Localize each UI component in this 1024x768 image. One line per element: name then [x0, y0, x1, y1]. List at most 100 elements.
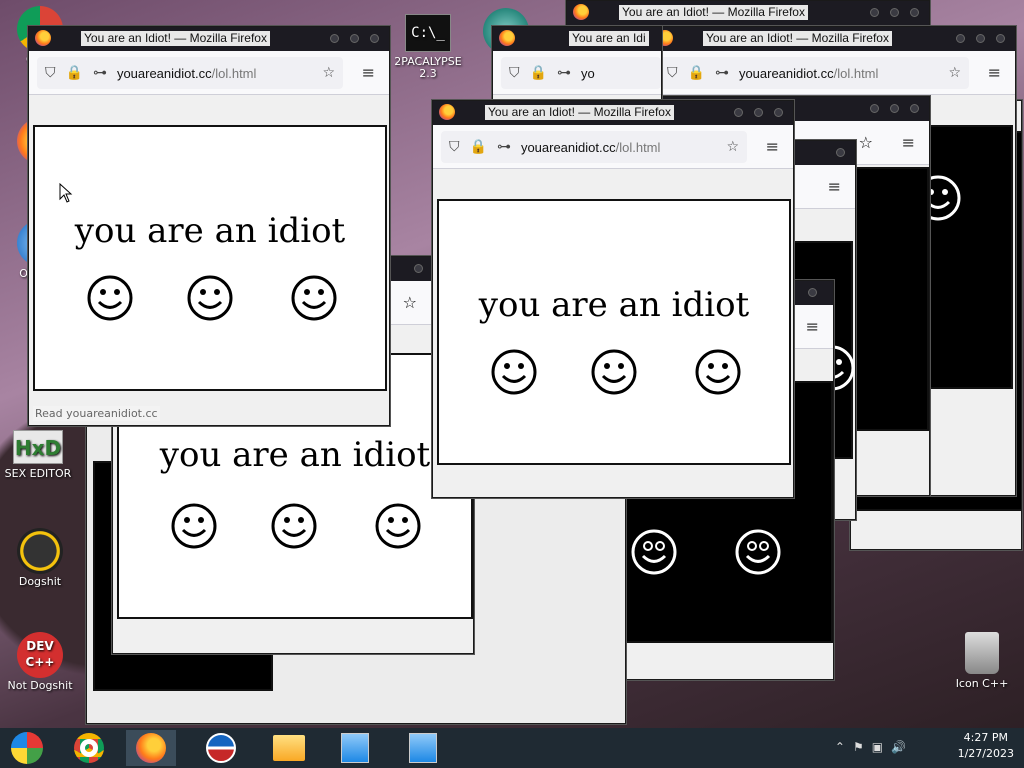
desktop-icon-not-dogshit[interactable]: DEV C++ Not Dogshit — [4, 632, 76, 692]
close-button[interactable] — [370, 34, 379, 43]
minimize-button[interactable] — [414, 264, 423, 273]
desktop-icon-label: Icon C++ — [955, 677, 1009, 690]
folder-icon — [273, 735, 305, 761]
shield-icon: ⛉ — [449, 139, 460, 155]
hamburger-menu-icon[interactable]: ≡ — [988, 63, 1001, 82]
maximize-button[interactable] — [754, 108, 763, 117]
nav-toolbar: ⛉ 🔒 ⊶ youareanidiot.cc/lol.html ☆ ≡ — [651, 51, 1015, 95]
maximize-button[interactable] — [350, 34, 359, 43]
taskbar-app-button[interactable] — [196, 730, 246, 766]
desktop-icon-icon-cpp[interactable]: Icon C++ — [946, 632, 1018, 690]
desktop-icon-sex-editor[interactable]: HxD SEX EDITOR — [2, 430, 74, 480]
taskbar-setup-button-2[interactable] — [398, 730, 448, 766]
hamburger-menu-icon[interactable]: ≡ — [362, 63, 375, 82]
bookmark-star-icon[interactable]: ☆ — [948, 65, 961, 81]
nav-toolbar: ⛉ 🔒 ⊶ youareanidiot.cc/lol.html ☆ ≡ — [29, 51, 389, 95]
close-button[interactable] — [996, 34, 1005, 43]
nav-toolbar: ⛉ 🔒 ⊶ youareanidiot.cc/lol.html ☆ ≡ — [433, 125, 793, 169]
network-icon[interactable]: ▣ — [872, 740, 891, 754]
window-titlebar[interactable]: You are an Idiot! — Mozilla Firefox — [29, 27, 389, 51]
url-text: yo — [580, 65, 595, 81]
hamburger-menu-icon[interactable]: ≡ — [902, 133, 915, 152]
maximize-button[interactable] — [976, 34, 985, 43]
hamburger-menu-icon[interactable]: ≡ — [806, 317, 819, 336]
window-title: You are an Idi — [569, 31, 649, 46]
flag-icon[interactable]: ⚑ — [853, 740, 872, 754]
url-bar[interactable]: ⛉ 🔒 ⊶ youareanidiot.cc/lol.html ☆ — [37, 57, 343, 89]
desktop-icon-2pacalypse[interactable]: C:\_ 2PACALYPSE 2.3 — [392, 14, 464, 80]
nav-toolbar: ⛉ 🔒 ⊶ yo — [493, 51, 661, 95]
desktop-icon-dogshit[interactable]: Dogshit — [4, 528, 76, 588]
smiley-icon — [591, 349, 637, 395]
lock-icon: 🔒 — [469, 139, 487, 155]
smiley-icon — [171, 503, 217, 549]
system-tray[interactable]: ⌃⚑▣🔊 — [835, 740, 914, 754]
shield-icon: ⛉ — [45, 65, 56, 81]
smiley-icon — [695, 349, 741, 395]
window-title: You are an Idiot! — Mozilla Firefox — [485, 105, 674, 120]
smiley-icon — [375, 503, 421, 549]
firefox-icon — [136, 733, 166, 763]
clock-time: 4:27 PM — [963, 731, 1008, 744]
taskbar-start-button[interactable] — [2, 730, 52, 766]
close-button[interactable] — [774, 108, 783, 117]
url-bar[interactable]: ⛉ 🔒 ⊶ yo — [501, 57, 661, 89]
minimize-button[interactable] — [870, 8, 879, 17]
taskbar-setup-button[interactable] — [330, 730, 380, 766]
taskbar-chrome-button[interactable] — [64, 730, 114, 766]
page-stage: you are an idiot — [437, 199, 791, 465]
lock-icon: 🔒 — [529, 65, 547, 81]
minimize-button[interactable] — [734, 108, 743, 117]
window-title: You are an Idiot! — Mozilla Firefox — [703, 31, 892, 46]
firefox-icon — [499, 30, 515, 46]
taskbar-firefox-button[interactable] — [126, 730, 176, 766]
installer-icon — [409, 733, 437, 763]
taskbar-explorer-button[interactable] — [264, 730, 314, 766]
app-logo-icon — [206, 733, 236, 763]
url-bar[interactable]: ⛉ 🔒 ⊶ youareanidiot.cc/lol.html ☆ — [659, 57, 969, 89]
volume-icon[interactable]: 🔊 — [891, 740, 914, 754]
windows-logo-icon — [11, 732, 43, 764]
hamburger-menu-icon[interactable]: ≡ — [828, 177, 841, 196]
cmd-icon: C:\_ — [405, 14, 451, 52]
smiley-icon — [271, 503, 317, 549]
browser-window-second[interactable]: You are an Idi ⛉ 🔒 ⊶ yo — [492, 26, 662, 106]
idiot-message: you are an idiot — [478, 285, 750, 325]
cpp-icon — [17, 528, 63, 574]
desktop-icon-label: Dogshit — [18, 575, 62, 588]
maximize-button[interactable] — [890, 8, 899, 17]
url-bar[interactable]: ⛉ 🔒 ⊶ youareanidiot.cc/lol.html ☆ — [441, 131, 747, 163]
window-titlebar[interactable]: You are an Idi — [493, 27, 661, 51]
window-titlebar[interactable]: You are an Idiot! — Mozilla Firefox — [433, 101, 793, 125]
browser-window-center[interactable]: You are an Idiot! — Mozilla Firefox ⛉ 🔒 … — [432, 100, 794, 498]
clock[interactable]: 4:27 PM 1/27/2023 — [958, 730, 1014, 762]
recycle-bin-icon — [965, 632, 999, 674]
minimize-button[interactable] — [870, 104, 879, 113]
bookmark-star-icon[interactable]: ☆ — [322, 65, 335, 81]
dev-cpp-icon: DEV C++ — [17, 632, 63, 678]
page-stage: you are an idiot — [33, 125, 387, 391]
close-button[interactable] — [910, 8, 919, 17]
smiley-icon — [631, 529, 677, 575]
lock-icon: 🔒 — [65, 65, 83, 81]
shield-icon: ⛉ — [667, 65, 678, 81]
chevron-up-icon[interactable]: ⌃ — [835, 740, 853, 754]
close-button[interactable] — [808, 288, 817, 297]
bookmark-star-icon[interactable]: ☆ — [403, 293, 417, 312]
window-titlebar[interactable]: You are an Idiot! — Mozilla Firefox — [651, 27, 1015, 51]
maximize-button[interactable] — [890, 104, 899, 113]
window-titlebar[interactable]: You are an Idiot! — Mozilla Firefox — [567, 1, 929, 25]
clock-date: 1/27/2023 — [957, 747, 1014, 760]
bookmark-star-icon[interactable]: ☆ — [859, 133, 873, 152]
bookmark-star-icon[interactable]: ☆ — [726, 139, 739, 155]
minimize-button[interactable] — [956, 34, 965, 43]
installer-icon — [341, 733, 369, 763]
status-text: Read youareanidiot.cc — [33, 406, 160, 421]
window-title: You are an Idiot! — Mozilla Firefox — [619, 5, 808, 20]
minimize-button[interactable] — [330, 34, 339, 43]
browser-window-top-left[interactable]: You are an Idiot! — Mozilla Firefox ⛉ 🔒 … — [28, 26, 390, 426]
hamburger-menu-icon[interactable]: ≡ — [766, 137, 779, 156]
close-button[interactable] — [910, 104, 919, 113]
idiot-message: you are an idiot — [74, 211, 346, 251]
close-button[interactable] — [836, 148, 845, 157]
